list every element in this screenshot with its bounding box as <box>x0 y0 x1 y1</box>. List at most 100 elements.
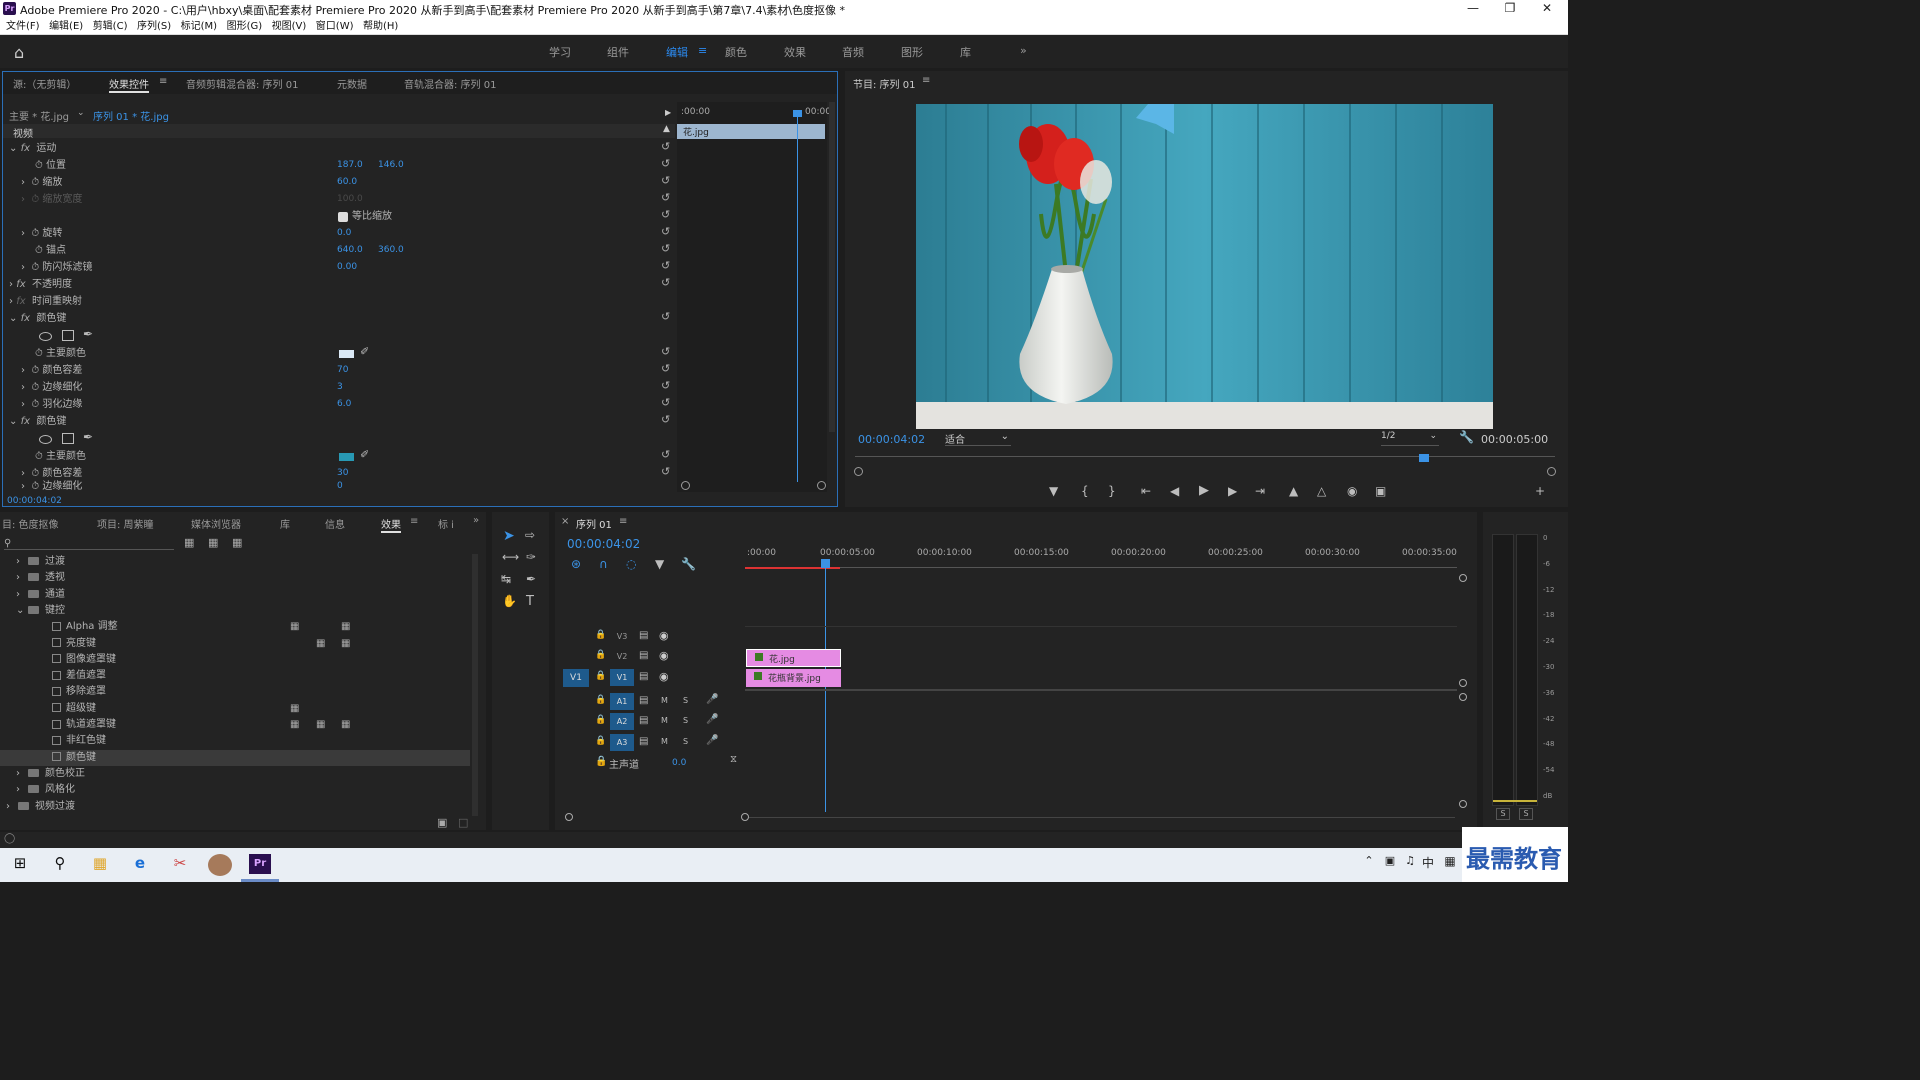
resolution-dropdown[interactable]: 1/2 ⌄ <box>1381 431 1439 446</box>
ellipse-mask-icon[interactable] <box>39 332 52 341</box>
master-volume-value[interactable]: 0.0 <box>672 758 686 768</box>
reset-icon[interactable]: ↺ <box>661 379 670 392</box>
key-color-swatch[interactable] <box>339 453 354 461</box>
workspace-audio[interactable]: 音频 <box>842 44 864 60</box>
close-icon[interactable]: ✕ <box>1530 1 1564 17</box>
wrench-icon[interactable]: 🔧 <box>1459 430 1474 444</box>
add-marker-icon[interactable]: ▼ <box>655 557 664 571</box>
keyboard-icon[interactable]: ▦ <box>1438 854 1462 876</box>
zoom-handle-left[interactable] <box>565 813 573 821</box>
tab-info[interactable]: 信息 <box>325 516 345 531</box>
scrollbar[interactable] <box>829 102 835 432</box>
zoom-handle-right[interactable] <box>741 813 749 821</box>
reset-icon[interactable]: ↺ <box>661 225 670 238</box>
lift-icon[interactable]: ▲ <box>1289 484 1298 498</box>
sequence-clip-label[interactable]: 序列 01 * 花.jpg <box>93 108 169 123</box>
reset-icon[interactable]: ↺ <box>661 448 670 461</box>
zoom-handle-right[interactable] <box>1547 467 1556 476</box>
menu-file[interactable]: 文件(F) <box>6 18 40 35</box>
effects-tree-item[interactable]: 轨道遮罩键 ▦ ▦ ▦ <box>0 717 470 733</box>
slip-tool-icon[interactable]: ↹ <box>501 572 511 586</box>
premiere-taskbar-icon[interactable]: Pr <box>249 854 271 874</box>
reset-icon[interactable]: ↺ <box>661 157 670 170</box>
menu-help[interactable]: 帮助(H) <box>363 18 398 35</box>
tab-source[interactable]: 源:（无剪辑） <box>13 76 76 91</box>
track-target-v2[interactable]: V2 <box>610 648 634 665</box>
sync-lock-icon[interactable]: ▤ <box>639 630 648 641</box>
effects-tree-item[interactable]: › 通道 <box>0 587 470 603</box>
reset-icon[interactable]: ↺ <box>661 345 670 358</box>
maximize-icon[interactable]: ❐ <box>1493 1 1527 17</box>
reset-icon[interactable]: ↺ <box>661 413 670 426</box>
eyedropper-icon[interactable]: ✐ <box>360 448 369 461</box>
key-color-swatch[interactable] <box>339 350 354 358</box>
chevron-down-icon[interactable]: ⌄ <box>77 108 85 118</box>
effects-tree-item[interactable]: 颜色键 <box>0 749 470 766</box>
scroll-up-icon[interactable]: ▲ <box>663 124 670 134</box>
track-target-v1[interactable]: V1 <box>610 669 634 686</box>
workspace-graphics[interactable]: 图形 <box>901 44 923 60</box>
fit-dropdown[interactable]: 适合 ⌄ <box>945 431 1011 446</box>
play-clip-icon[interactable]: ▶ <box>665 108 671 117</box>
lock-icon[interactable]: 🔒 <box>595 650 606 660</box>
position-y-value[interactable]: 146.0 <box>378 157 404 174</box>
panel-menu-icon[interactable]: ≡ <box>410 516 418 527</box>
add-marker-icon[interactable]: ▼ <box>1049 484 1058 498</box>
add-button-icon[interactable]: + <box>1535 484 1545 498</box>
go-to-out-icon[interactable]: ⇥ <box>1255 484 1265 498</box>
eye-icon[interactable]: ◉ <box>659 629 669 642</box>
solo-right-button[interactable]: S <box>1519 808 1533 820</box>
sync-lock-icon[interactable]: ▤ <box>639 715 648 726</box>
reset-icon[interactable]: ↺ <box>661 310 670 323</box>
anchor-y-value[interactable]: 360.0 <box>378 242 404 259</box>
ellipse-mask-icon[interactable] <box>39 435 52 444</box>
reset-icon[interactable]: ↺ <box>661 362 670 375</box>
sequence-tab[interactable]: 序列 01 <box>576 516 612 531</box>
ripple-edit-tool-icon[interactable]: ⟷ <box>502 550 519 564</box>
tab-project[interactable]: 项目: 周紫瞳 <box>97 516 154 531</box>
zoom-handle-left[interactable] <box>854 467 863 476</box>
ime-indicator[interactable]: 中 <box>1416 854 1440 876</box>
yuv-effects-icon[interactable]: ▦ <box>232 536 242 549</box>
clip-v2[interactable]: 花.jpg <box>746 649 841 667</box>
color-key-1-row[interactable]: ⌄ fx 颜色键 <box>9 310 66 327</box>
eye-icon[interactable]: ◉ <box>659 670 669 683</box>
solo-button[interactable]: S <box>683 716 688 725</box>
tolerance-value[interactable]: 70 <box>337 362 348 379</box>
reset-icon[interactable]: ↺ <box>661 208 670 221</box>
snipping-tool-icon[interactable]: ✂ <box>168 854 192 876</box>
master-clip-label[interactable]: 主要 * 花.jpg <box>9 108 69 123</box>
reset-icon[interactable]: ↺ <box>661 259 670 272</box>
menu-window[interactable]: 窗口(W) <box>316 18 354 35</box>
wrench-icon[interactable]: 🔧 <box>681 557 696 571</box>
edge-browser-icon[interactable]: e <box>128 854 152 876</box>
anchor-x-value[interactable]: 640.0 <box>337 242 363 259</box>
mark-in-icon[interactable]: { <box>1081 484 1089 498</box>
extract-icon[interactable]: △ <box>1317 484 1326 498</box>
mute-button[interactable]: M <box>661 716 668 725</box>
rotation-value[interactable]: 0.0 <box>337 225 351 242</box>
more-workspaces-icon[interactable]: » <box>1020 44 1027 57</box>
scale-value[interactable]: 60.0 <box>337 174 357 191</box>
mute-button[interactable]: M <box>661 737 668 746</box>
uniform-scale-checkbox[interactable] <box>338 212 348 222</box>
zoom-handle[interactable] <box>1459 693 1467 701</box>
timeline-timecode[interactable]: 00:00:04:02 <box>567 537 640 551</box>
flicker-value[interactable]: 0.00 <box>337 259 357 276</box>
reset-icon[interactable]: ↺ <box>661 191 670 204</box>
pen-tool-icon[interactable]: ✒ <box>526 572 536 586</box>
windows-start-icon[interactable]: ⊞ <box>8 854 32 876</box>
file-explorer-icon[interactable]: ▦ <box>88 854 112 876</box>
tab-effects[interactable]: 效果 <box>381 516 401 533</box>
effects-search-input[interactable]: ⚲ <box>4 536 174 550</box>
effects-tree-item[interactable]: › 视频过渡 <box>0 799 470 815</box>
effects-tree-item[interactable]: › 透视 <box>0 570 470 586</box>
track-select-tool-icon[interactable]: ⇨ <box>525 528 535 542</box>
new-bin-icon[interactable]: ▣ <box>437 816 447 829</box>
zoom-handle-bottom[interactable] <box>1459 800 1467 808</box>
menu-sequence[interactable]: 序列(S) <box>137 18 171 35</box>
menu-view[interactable]: 视图(V) <box>272 18 307 35</box>
pen-mask-icon[interactable]: ✒ <box>83 430 93 444</box>
position-x-value[interactable]: 187.0 <box>337 157 363 174</box>
effects-tree-item[interactable]: 超级键 ▦ <box>0 701 470 717</box>
